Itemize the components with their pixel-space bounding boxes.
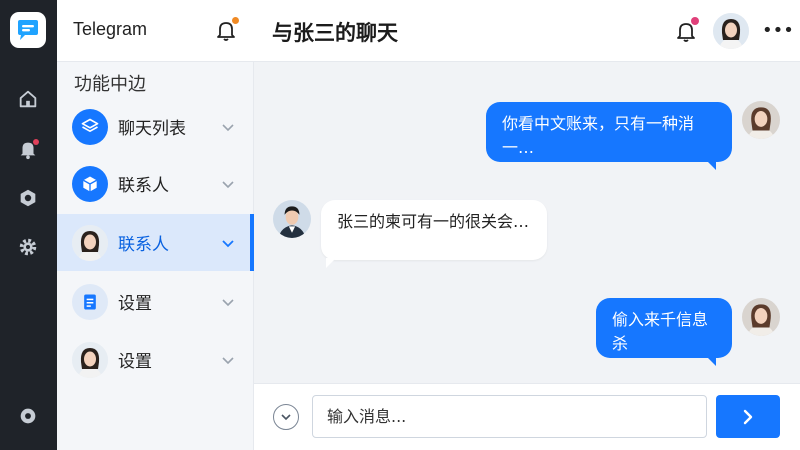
chat-panel: 与张三的聊天 ••• 你看中文账来，只有一种消一… 张三的柬可有一的很关会… 偷… bbox=[254, 0, 800, 450]
message-bubble-outgoing: 你看中文账来，只有一种消一… bbox=[486, 102, 732, 162]
rail-contacts[interactable] bbox=[14, 184, 42, 212]
sidebar-notifications-button[interactable] bbox=[214, 16, 240, 42]
expand-button[interactable] bbox=[273, 404, 299, 430]
contacts-icon bbox=[20, 189, 36, 207]
settings-icon bbox=[19, 238, 37, 256]
rail-settings[interactable] bbox=[14, 233, 42, 261]
notification-badge bbox=[691, 17, 699, 25]
bubble-tail bbox=[706, 356, 716, 366]
chevron-down-icon bbox=[222, 123, 234, 131]
send-button[interactable] bbox=[716, 395, 780, 438]
section-title: 功能中边 bbox=[74, 74, 146, 95]
bubble-tail bbox=[326, 258, 336, 268]
message-text: 你看中文账来，只有一种消一… bbox=[502, 114, 695, 157]
sidebar-item-label: 联系人 bbox=[118, 235, 169, 255]
message-composer bbox=[254, 383, 800, 450]
avatar bbox=[72, 224, 108, 261]
chat-logo-icon bbox=[18, 20, 38, 40]
avatar bbox=[742, 298, 780, 336]
chevron-right-icon bbox=[743, 409, 753, 424]
sidebar-item-label: 联系人 bbox=[118, 176, 169, 196]
avatar bbox=[72, 341, 108, 378]
bubble-tail bbox=[706, 160, 716, 170]
chevron-down-icon bbox=[222, 180, 234, 188]
page-title: 与张三的聊天 bbox=[272, 21, 398, 45]
sidebar-item-settings-profile[interactable]: 设置 bbox=[57, 331, 254, 388]
sidebar-item-label: 设置 bbox=[118, 352, 152, 372]
sidebar: Telegram 功能中边 聊天列表 联系人 联系人 设置 设置 bbox=[57, 0, 254, 450]
more-options-icon[interactable]: ••• bbox=[762, 20, 794, 42]
avatar bbox=[742, 101, 780, 139]
notification-badge bbox=[231, 16, 240, 25]
rail-preferences[interactable] bbox=[14, 402, 42, 430]
chevron-down-icon bbox=[222, 356, 234, 364]
chat-notifications-button[interactable] bbox=[674, 17, 699, 43]
sidebar-header: Telegram bbox=[57, 0, 254, 62]
sidebar-item-label: 设置 bbox=[118, 294, 152, 314]
app-rail bbox=[0, 0, 57, 450]
notification-dot bbox=[33, 139, 39, 145]
message-bubble-incoming: 张三的柬可有一的很关会… bbox=[321, 200, 547, 260]
message-bubble-outgoing: 偷入来千信息杀 bbox=[596, 298, 732, 358]
app-logo[interactable] bbox=[10, 12, 46, 48]
sidebar-item-contacts[interactable]: 联系人 bbox=[57, 155, 254, 212]
sidebar-item-contacts-active[interactable]: 联系人 bbox=[57, 214, 254, 271]
message-text: 张三的柬可有一的很关会… bbox=[337, 212, 530, 231]
sidebar-item-label: 聊天列表 bbox=[118, 119, 186, 139]
message-text: 偷入来千信息杀 bbox=[612, 310, 709, 353]
sidebar-item-settings[interactable]: 设置 bbox=[57, 273, 254, 330]
document-icon bbox=[72, 283, 108, 320]
home-icon bbox=[19, 90, 37, 108]
message-input[interactable] bbox=[312, 395, 707, 438]
app-title: Telegram bbox=[73, 19, 148, 39]
rail-home[interactable] bbox=[14, 85, 42, 113]
chevron-down-icon bbox=[222, 239, 234, 247]
rail-notifications[interactable] bbox=[14, 135, 42, 163]
box-icon bbox=[72, 108, 108, 145]
chevron-down-icon bbox=[281, 414, 291, 421]
settings-icon bbox=[20, 408, 36, 424]
avatar bbox=[273, 200, 311, 238]
avatar[interactable] bbox=[713, 13, 749, 49]
cube-icon bbox=[72, 165, 108, 202]
chat-header: 与张三的聊天 ••• bbox=[254, 0, 800, 62]
sidebar-item-chat-list[interactable]: 聊天列表 bbox=[57, 98, 254, 155]
chevron-down-icon bbox=[222, 298, 234, 306]
